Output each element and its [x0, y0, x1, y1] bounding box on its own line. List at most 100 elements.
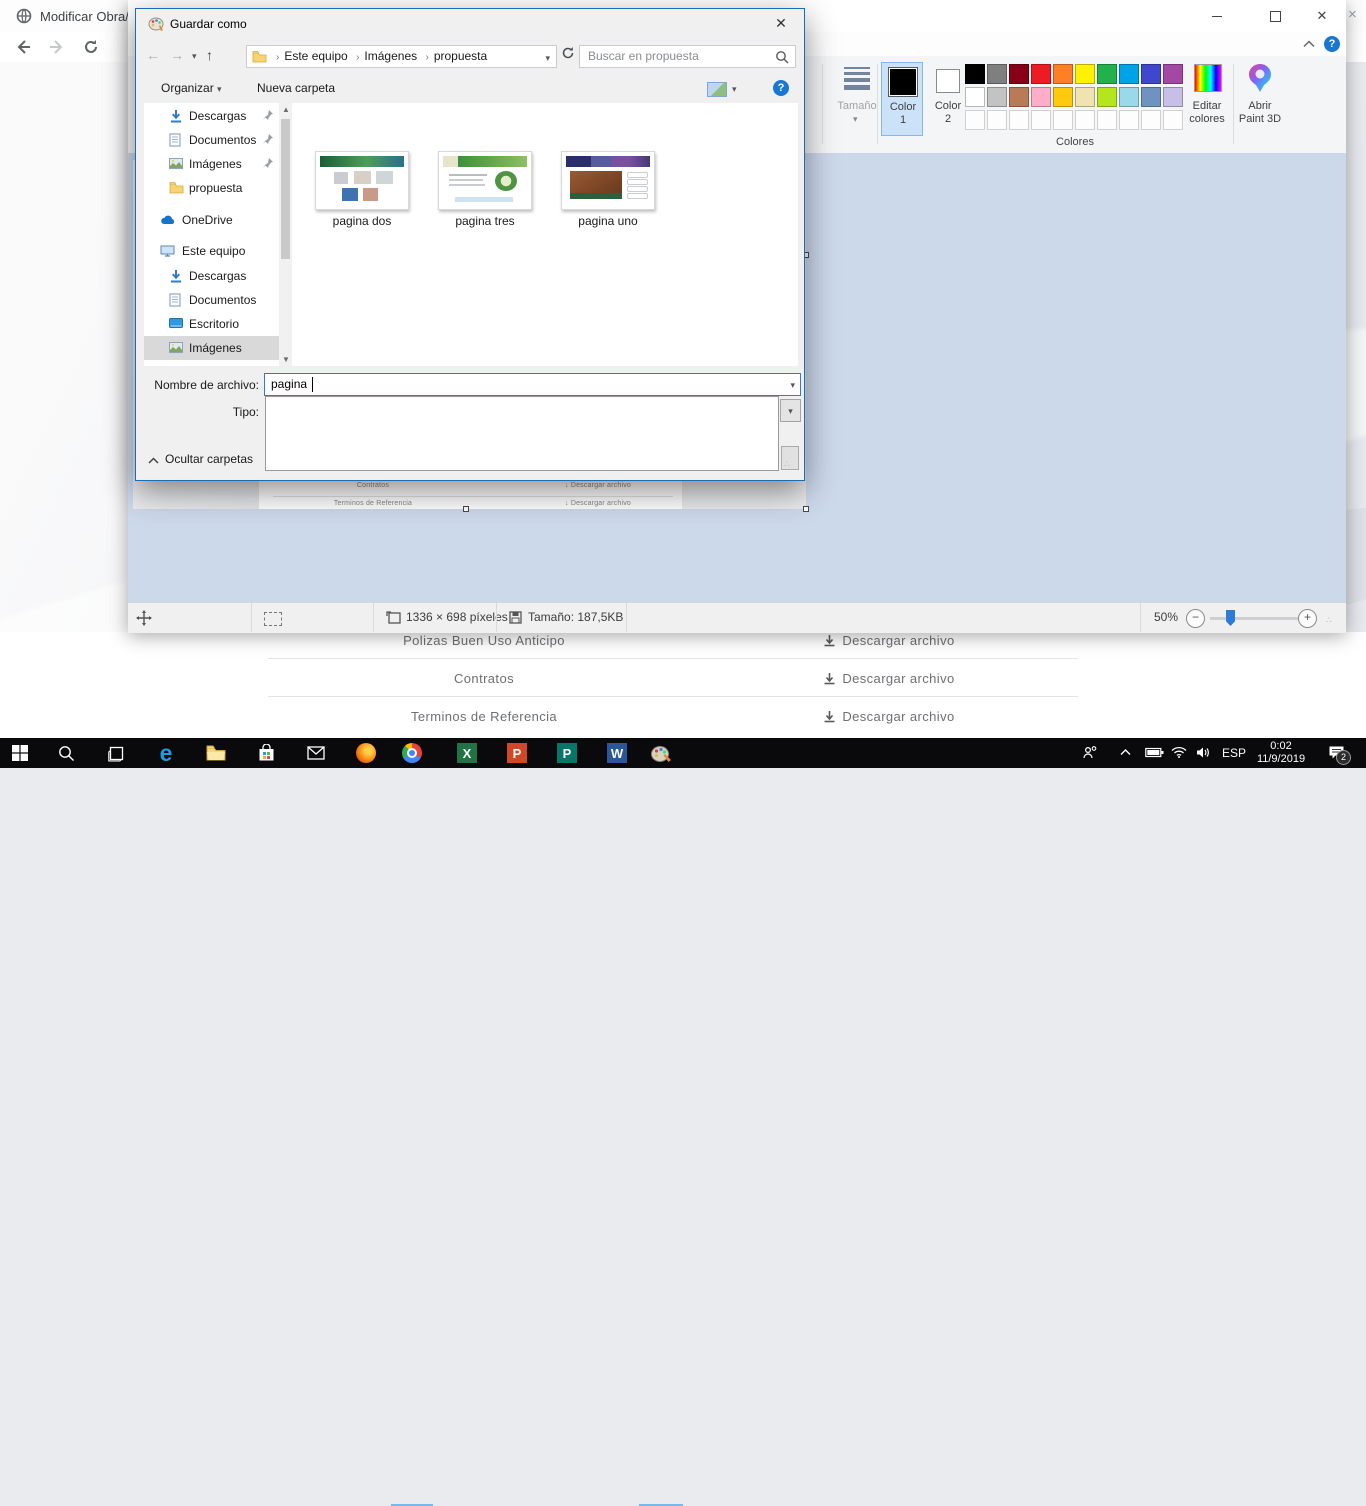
firefox-button[interactable] [346, 738, 386, 768]
palette-swatch[interactable] [1141, 64, 1161, 84]
palette-swatch[interactable] [987, 64, 1007, 84]
open-paint3d-button[interactable] [1247, 62, 1273, 94]
palette-swatch[interactable] [1119, 64, 1139, 84]
sidebar-item-descargas-2[interactable]: Descargas [144, 264, 279, 288]
palette-swatch[interactable] [1075, 64, 1095, 84]
palette-empty-cell[interactable] [987, 110, 1007, 130]
nav-scrollbar[interactable]: ▲ ▼ [279, 103, 292, 366]
notification-center-button[interactable]: 2 [1328, 745, 1345, 760]
up-one-level-icon[interactable]: ↑ [206, 47, 213, 63]
breadcrumb-item[interactable]: Este equipo [284, 49, 347, 63]
sidebar-item-imagenes-2[interactable]: Imágenes [144, 336, 279, 360]
clock[interactable]: 0:02 11/9/2019 [1250, 740, 1312, 766]
file-explorer-button[interactable] [196, 738, 236, 768]
breadcrumb-item[interactable]: propuesta [434, 49, 487, 63]
dialog-close-button[interactable]: ✕ [758, 9, 804, 37]
palette-empty-cell[interactable] [965, 110, 985, 130]
file-item[interactable]: pagina uno [553, 151, 663, 228]
wifi-icon[interactable] [1171, 746, 1187, 758]
filename-dropdown-icon[interactable]: ▾ [790, 380, 795, 391]
browser-tab-title[interactable]: Modificar Obra/ [40, 9, 128, 25]
resize-handle-corner[interactable] [803, 506, 809, 512]
store-button[interactable] [246, 738, 286, 768]
download-link[interactable]: Descargar archivo [700, 633, 1078, 648]
maximize-button[interactable] [1252, 1, 1298, 31]
size-button-label[interactable]: Tamaño [831, 100, 883, 113]
view-mode-dropdown-icon[interactable]: ▾ [732, 84, 737, 95]
sidebar-item-propuesta[interactable]: propuesta [144, 176, 279, 200]
view-mode-icon[interactable] [707, 82, 727, 97]
search-input[interactable]: Buscar en propuesta [579, 45, 796, 68]
publisher-button[interactable]: P [547, 738, 587, 768]
paint-help-button[interactable]: ? [1324, 36, 1340, 52]
dialog-resize-grip[interactable]: ∴ [784, 459, 791, 470]
chrome-button[interactable] [392, 738, 432, 768]
breadcrumb[interactable]: ›Este equipo ›Imágenes ›propuesta ▾ [246, 45, 557, 68]
dialog-help-button[interactable]: ? [773, 80, 789, 96]
palette-swatch[interactable] [1097, 64, 1117, 84]
zoom-slider-track[interactable] [1210, 617, 1298, 620]
window-resize-grip[interactable]: ∴ [1326, 615, 1333, 626]
resize-handle-bottom[interactable] [463, 506, 469, 512]
excel-button[interactable]: X [447, 738, 487, 768]
task-view-button[interactable] [96, 738, 136, 768]
search-icon[interactable] [775, 50, 789, 64]
mail-button[interactable] [296, 738, 336, 768]
palette-swatch[interactable] [1119, 87, 1139, 107]
palette-empty-cell[interactable] [1119, 110, 1139, 130]
tray-chevron-icon[interactable] [1120, 748, 1131, 756]
palette-swatch[interactable] [1053, 87, 1073, 107]
size-dropdown-icon[interactable]: ▾ [853, 114, 858, 125]
palette-swatch[interactable] [1075, 87, 1095, 107]
color1-button[interactable]: Color1 [881, 62, 923, 136]
start-button[interactable] [0, 738, 40, 768]
palette-empty-cell[interactable] [1097, 110, 1117, 130]
organize-button[interactable]: Organizar ▾ [161, 81, 222, 95]
reload-icon[interactable] [82, 38, 100, 56]
filename-input[interactable]: pagina ▾ [264, 373, 801, 396]
sidebar-item-escritorio[interactable]: Escritorio [144, 312, 279, 336]
download-link[interactable]: Descargar archivo [700, 671, 1078, 686]
scrollbar-thumb[interactable] [281, 119, 290, 259]
scroll-down-icon[interactable]: ▼ [282, 355, 290, 364]
filetype-dropdown-button[interactable]: ▾ [780, 399, 801, 422]
sidebar-item-documentos[interactable]: Documentos [144, 128, 279, 152]
palette-empty-cell[interactable] [1075, 110, 1095, 130]
minimize-button[interactable] [1194, 1, 1240, 31]
palette-swatch[interactable] [1097, 87, 1117, 107]
breadcrumb-dropdown-icon[interactable]: ▾ [545, 53, 550, 64]
download-link[interactable]: Descargar archivo [700, 709, 1078, 724]
paint-taskbar-button[interactable] [641, 738, 681, 768]
zoom-in-button[interactable]: + [1298, 609, 1317, 628]
filename-autocomplete-list[interactable] [265, 396, 779, 471]
sidebar-item-este-equipo[interactable]: Este equipo [144, 239, 279, 263]
taskbar-search-button[interactable] [46, 738, 86, 768]
refresh-icon[interactable] [561, 46, 575, 60]
file-item[interactable]: pagina tres [430, 151, 540, 228]
edge-button[interactable]: e [146, 738, 186, 768]
sidebar-item-imagenes[interactable]: Imágenes [144, 152, 279, 176]
palette-swatch[interactable] [987, 87, 1007, 107]
palette-swatch[interactable] [1141, 87, 1161, 107]
scroll-up-icon[interactable]: ▲ [282, 105, 290, 114]
open-paint3d-label[interactable]: AbrirPaint 3D [1233, 100, 1287, 126]
edit-colors-label[interactable]: Editarcolores [1180, 100, 1234, 126]
edit-colors-button[interactable] [1194, 64, 1222, 92]
dialog-back-icon[interactable]: ← [146, 47, 160, 63]
file-item[interactable]: pagina dos [307, 151, 417, 228]
volume-icon[interactable] [1196, 746, 1211, 759]
palette-swatch[interactable] [1009, 87, 1029, 107]
dialog-file-list[interactable]: pagina dos pagina tres [292, 103, 798, 366]
battery-icon[interactable] [1145, 747, 1164, 758]
zoom-slider-handle[interactable] [1226, 610, 1235, 626]
new-folder-button[interactable]: Nueva carpeta [257, 81, 335, 95]
palette-empty-cell[interactable] [1031, 110, 1051, 130]
zoom-out-button[interactable]: − [1186, 609, 1205, 628]
sidebar-item-descargas[interactable]: Descargas [144, 104, 279, 128]
powerpoint-button[interactable]: P [497, 738, 537, 768]
palette-empty-cell[interactable] [1009, 110, 1029, 130]
people-icon[interactable] [1082, 745, 1098, 761]
palette-empty-cell[interactable] [1053, 110, 1073, 130]
palette-swatch[interactable] [965, 64, 985, 84]
back-icon[interactable] [14, 38, 32, 56]
